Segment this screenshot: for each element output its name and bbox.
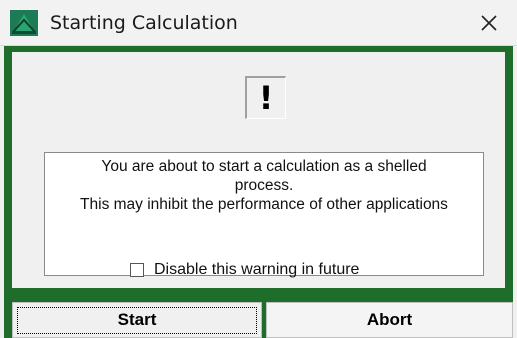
warning-icon: ! (245, 76, 286, 119)
message-box: You are about to start a calculation as … (44, 152, 484, 276)
dialog-window: Starting Calculation ! You are about to … (0, 0, 517, 338)
abort-button-label: Abort (366, 310, 413, 329)
message-line-1: You are about to start a calculation as … (101, 158, 427, 175)
close-button[interactable] (461, 0, 517, 46)
start-button[interactable]: Start (12, 302, 262, 338)
message-line-2: process. (234, 177, 294, 194)
window-title: Starting Calculation (50, 12, 238, 34)
close-icon (480, 14, 498, 32)
abort-button[interactable]: Abort (266, 302, 513, 338)
dialog-body: ! You are about to start a calculation a… (4, 46, 513, 338)
content-panel: ! You are about to start a calculation a… (12, 52, 505, 288)
app-icon (10, 10, 38, 36)
disable-warning-option[interactable]: Disable this warning in future (130, 260, 359, 280)
title-bar[interactable]: Starting Calculation (0, 0, 517, 46)
exclamation-icon: ! (258, 79, 274, 117)
disable-warning-label[interactable]: Disable this warning in future (154, 261, 359, 279)
message-line-3: This may inhibit the performance of othe… (80, 196, 448, 213)
focus-rectangle (17, 307, 257, 334)
disable-warning-checkbox[interactable] (130, 263, 144, 277)
